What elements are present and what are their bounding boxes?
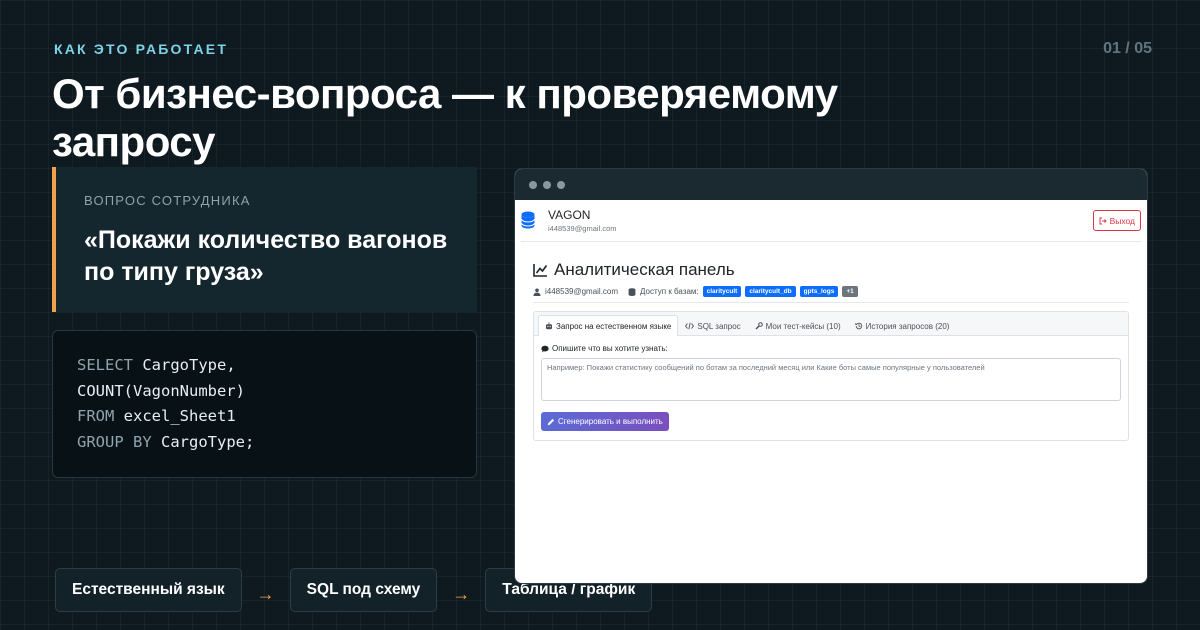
tab-sql-query[interactable]: SQL запрос xyxy=(678,316,747,335)
tab-query-history[interactable]: История запросов (20) xyxy=(848,316,957,335)
tab-label: История запросов (20) xyxy=(865,321,950,331)
sql-code-block: SELECT CargoType, COUNT(VagonNumber) FRO… xyxy=(52,330,477,478)
logout-icon xyxy=(1099,217,1107,224)
window-dot-icon[interactable] xyxy=(529,180,537,189)
history-icon xyxy=(854,322,862,330)
sql-keyword: GROUP BY xyxy=(77,432,152,451)
browser-titlebar xyxy=(515,169,1147,200)
tab-body: Опишите что вы хотите узнать: Сгенериров… xyxy=(534,336,1128,440)
sql-line-4: GROUP BY CargoType; xyxy=(77,430,452,456)
logout-label: Выход xyxy=(1109,215,1135,226)
slide-counter: 01 / 05 xyxy=(1103,40,1152,57)
robot-icon xyxy=(546,322,552,330)
user-email: i448539@gmail.com xyxy=(548,224,617,233)
sql-identifier: CargoType, xyxy=(142,356,236,374)
flow-step-sql: SQL под схему xyxy=(289,568,438,612)
flow-step-natural-language: Естественный язык xyxy=(55,568,242,612)
user-icon xyxy=(533,288,541,296)
access-label: Доступ к базам: xyxy=(640,287,699,296)
db-badge: gpts_logs xyxy=(799,286,839,297)
comment-icon xyxy=(541,345,549,352)
logout-button[interactable]: Выход xyxy=(1092,210,1141,231)
arrow-right-icon: → xyxy=(452,583,471,604)
db-badge: claritycult_db xyxy=(745,286,796,297)
tab-label: Запрос на естественном языке xyxy=(556,321,672,331)
prompt-label: Опишите что вы хотите узнать: xyxy=(541,344,1121,353)
app-brand: VAGON xyxy=(548,208,591,222)
app-header: VAGON i448539@gmail.com Выход xyxy=(521,200,1141,242)
prompt-label-text: Опишите что вы хотите узнать: xyxy=(552,344,668,353)
panel-title-text: Аналитическая панель xyxy=(554,260,735,279)
code-icon xyxy=(685,322,695,330)
meta-email: i448539@gmail.com xyxy=(545,287,619,296)
question-card: ВОПРОС СОТРУДНИКА «Покажи количество ваг… xyxy=(52,167,477,312)
tab-natural-language[interactable]: Запрос на естественном языке xyxy=(538,315,679,336)
sql-keyword: FROM xyxy=(77,407,115,425)
analytics-panel: Аналитическая панель i448539@gmail.com Д… xyxy=(533,260,1129,441)
database-icon xyxy=(628,287,636,296)
sql-keyword: SELECT xyxy=(77,356,133,374)
query-textarea[interactable] xyxy=(541,358,1121,401)
browser-window: VAGON i448539@gmail.com Выход Аналитичес… xyxy=(514,168,1148,584)
panel-title: Аналитическая панель xyxy=(533,260,1129,280)
sql-identifier: COUNT(VagonNumber) xyxy=(77,381,245,400)
wrench-icon xyxy=(755,322,763,330)
line-chart-icon xyxy=(533,264,548,277)
window-dot-icon[interactable] xyxy=(543,180,551,189)
window-dot-icon[interactable] xyxy=(557,180,565,189)
pencil-icon xyxy=(547,418,555,425)
sql-identifier: excel_Sheet1 xyxy=(123,407,236,425)
sql-line-3: FROM excel_Sheet1 xyxy=(77,404,452,430)
slide-eyebrow: КАК ЭТО РАБОТАЕТ xyxy=(54,41,229,57)
question-text: «Покажи количество вагонов по типу груза… xyxy=(84,226,448,286)
sql-identifier: CargoType; xyxy=(161,432,255,451)
db-badge-more: +1 xyxy=(842,286,858,297)
arrow-right-icon: → xyxy=(256,583,275,604)
tab-test-cases[interactable]: Мои тест-кейсы (10) xyxy=(748,316,848,335)
question-label: ВОПРОС СОТРУДНИКА xyxy=(84,193,251,208)
generate-button[interactable]: Сгенерировать и выполнить xyxy=(541,412,669,431)
tab-label: Мои тест-кейсы (10) xyxy=(765,321,841,331)
slide-title: От бизнес-вопроса — к проверяемому запро… xyxy=(52,70,838,165)
database-icon xyxy=(521,211,535,229)
sql-line-1: SELECT CargoType, xyxy=(77,353,452,379)
query-tabs-card: Запрос на естественном языке SQL запрос … xyxy=(533,311,1129,441)
panel-meta: i448539@gmail.com Доступ к базам: clarit… xyxy=(533,286,1129,303)
generate-label: Сгенерировать и выполнить xyxy=(558,417,663,426)
tab-label: SQL запрос xyxy=(697,321,741,331)
sql-line-2: COUNT(VagonNumber) xyxy=(77,379,452,405)
tabs-bar: Запрос на естественном языке SQL запрос … xyxy=(534,312,1128,336)
db-badge: claritycult xyxy=(702,286,742,297)
